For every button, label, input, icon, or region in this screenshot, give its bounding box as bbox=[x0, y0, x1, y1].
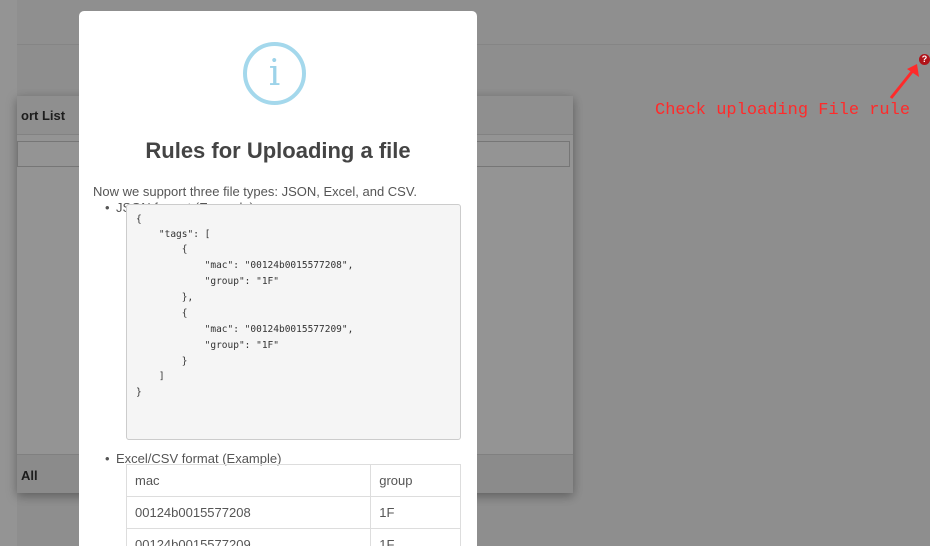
modal-intro-text: Now we support three file types: JSON, E… bbox=[93, 184, 417, 199]
code-line: { bbox=[136, 214, 142, 225]
table-cell: 00124b0015577208 bbox=[125, 496, 372, 529]
table-cell: 00124b0015577209 bbox=[125, 528, 372, 546]
code-line: "mac": "00124b0015577209", bbox=[136, 324, 354, 335]
csv-example-table: mac group 00124b0015577208 1F 00124b0015… bbox=[125, 464, 461, 546]
table-header-row: mac group bbox=[125, 464, 461, 497]
table-row: 00124b0015577208 1F bbox=[125, 496, 461, 529]
table-header-cell: mac bbox=[125, 464, 372, 497]
code-line: }, bbox=[136, 292, 194, 303]
info-icon-glyph: i bbox=[268, 53, 281, 94]
code-line: } bbox=[136, 387, 142, 398]
code-line: "group": "1F" bbox=[136, 340, 279, 351]
table-header-cell: group bbox=[370, 464, 461, 497]
code-line: "tags": [ bbox=[136, 229, 211, 240]
code-line: { bbox=[136, 308, 188, 319]
table-cell: 1F bbox=[370, 496, 461, 529]
code-line: { bbox=[136, 244, 188, 255]
table-cell: 1F bbox=[370, 528, 461, 546]
code-line: "mac": "00124b0015577208", bbox=[136, 260, 354, 271]
code-line: ] bbox=[136, 371, 165, 382]
info-icon: i bbox=[243, 42, 306, 105]
json-example-block: { "tags": [ { "mac": "00124b0015577208",… bbox=[126, 204, 461, 440]
modal-title: Rules for Uploading a file bbox=[145, 138, 411, 163]
rules-modal: i Rules for Uploading a file Now we supp… bbox=[79, 11, 477, 546]
code-line: "group": "1F" bbox=[136, 276, 279, 287]
code-line: } bbox=[136, 356, 188, 367]
annotation-arrow-icon bbox=[889, 64, 919, 99]
annotation-text: Check uploading File rule bbox=[655, 101, 911, 120]
table-row: 00124b0015577209 1F bbox=[125, 528, 461, 546]
